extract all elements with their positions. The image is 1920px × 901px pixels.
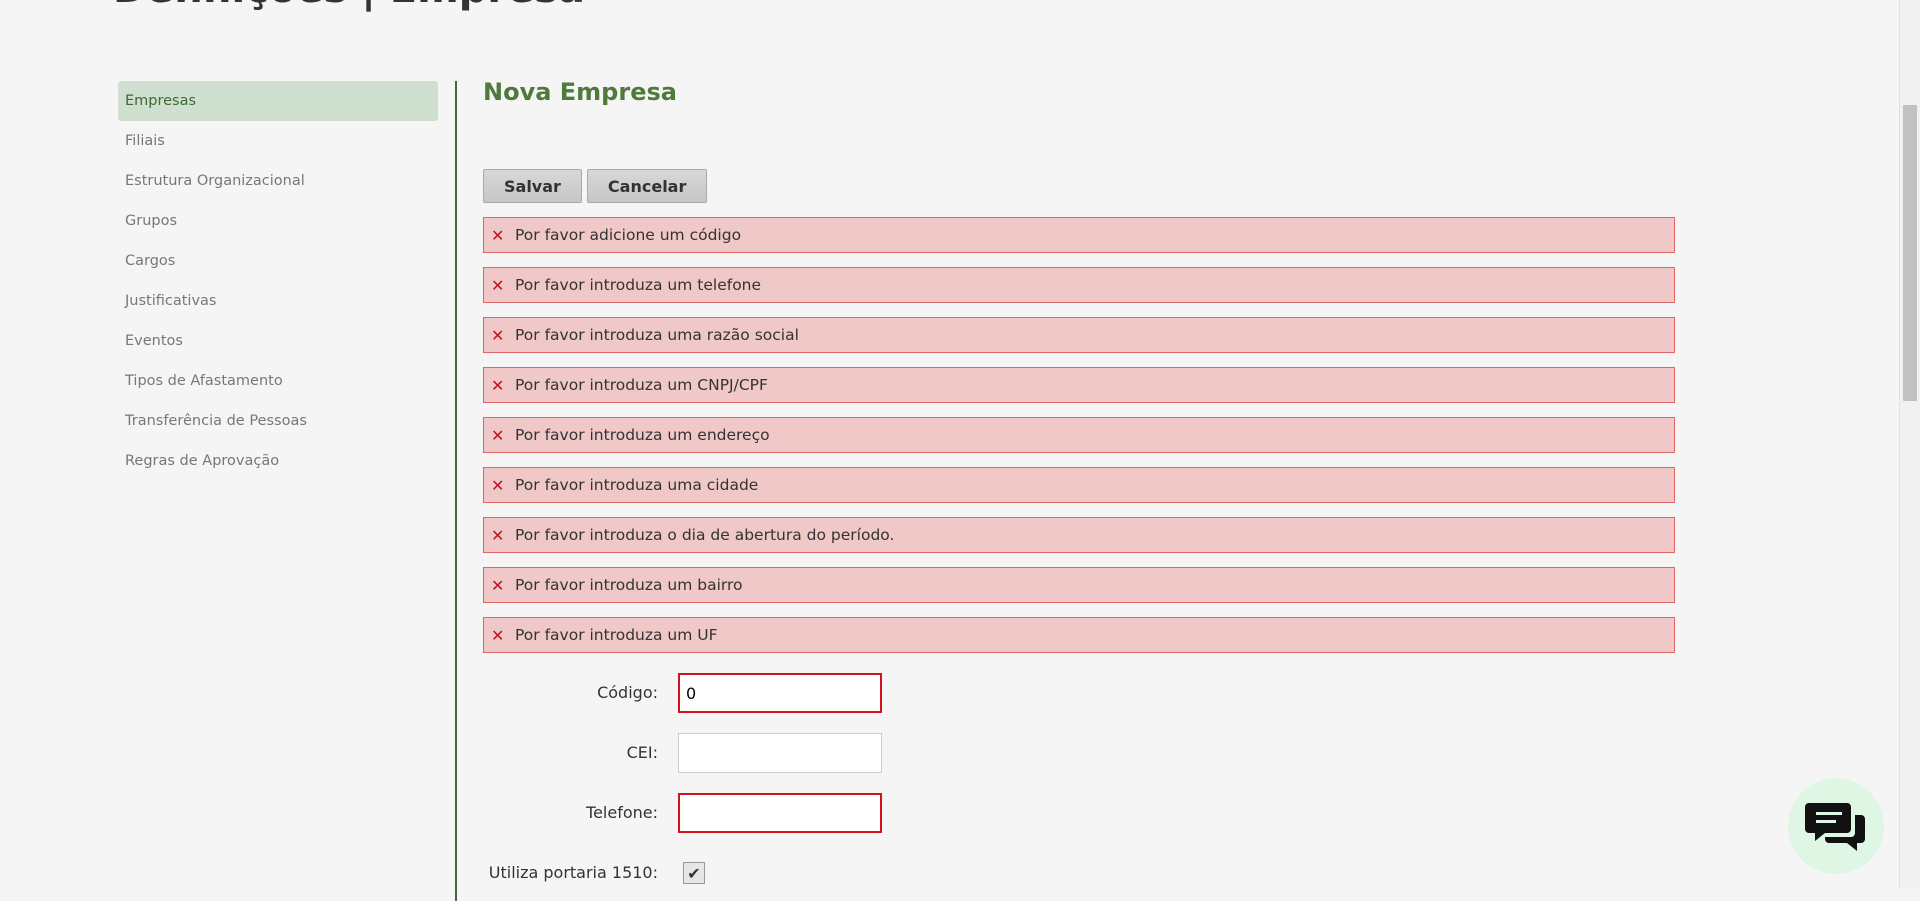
cei-label: CEI: <box>626 743 658 762</box>
section-title: Nova Empresa <box>483 78 677 106</box>
page-title: Definições | Empresa <box>113 0 585 12</box>
close-x-icon: ✕ <box>491 475 505 495</box>
codigo-label: Código: <box>597 683 658 702</box>
codigo-row: Código: <box>483 673 1083 713</box>
chat-bubbles-icon <box>1805 803 1865 851</box>
scrollbar-thumb[interactable] <box>1903 105 1917 401</box>
close-x-icon: ✕ <box>491 375 505 395</box>
portaria-checkbox[interactable]: ✔ <box>683 862 705 884</box>
error-message: ✕ Por favor introduza um bairro <box>483 567 1675 603</box>
error-message: ✕ Por favor introduza um telefone <box>483 267 1675 303</box>
error-text: Por favor introduza um endereço <box>515 426 770 444</box>
error-message: ✕ Por favor adicione um código <box>483 217 1675 253</box>
telefone-row: Telefone: <box>483 793 1083 833</box>
error-text: Por favor introduza um telefone <box>515 276 762 294</box>
close-x-icon: ✕ <box>491 575 505 595</box>
error-list: ✕ Por favor adicione um código ✕ Por favor… <box>483 217 1675 667</box>
telefone-label: Telefone: <box>586 803 658 822</box>
error-message: ✕ Por favor introduza um endereço <box>483 417 1675 453</box>
close-x-icon: ✕ <box>491 225 505 245</box>
sidebar-item-filiais[interactable]: Filiais <box>118 121 438 161</box>
sidebar-item-transferencia-de-pessoas[interactable]: Transferência de Pessoas <box>118 401 438 441</box>
error-text: Por favor introduza uma cidade <box>515 476 759 494</box>
sidebar: Empresas Filiais Estrutura Organizaciona… <box>118 81 438 481</box>
error-text: Por favor introduza o dia de abertura do… <box>515 526 895 544</box>
sidebar-item-regras-de-aprovacao[interactable]: Regras de Aprovação <box>118 441 438 481</box>
close-x-icon: ✕ <box>491 425 505 445</box>
action-buttons: Salvar Cancelar <box>483 169 708 203</box>
error-message: ✕ Por favor introduza um UF <box>483 617 1675 653</box>
cei-row: CEI: <box>483 733 1083 773</box>
close-x-icon: ✕ <box>491 525 505 545</box>
sidebar-item-estrutura-organizacional[interactable]: Estrutura Organizacional <box>118 161 438 201</box>
vertical-divider <box>455 81 457 901</box>
cei-input[interactable] <box>678 733 882 773</box>
portaria-label: Utiliza portaria 1510: <box>488 863 658 882</box>
cancel-button[interactable]: Cancelar <box>586 169 708 203</box>
close-x-icon: ✕ <box>491 325 505 345</box>
save-button[interactable]: Salvar <box>483 169 582 203</box>
error-message: ✕ Por favor introduza o dia de abertura d… <box>483 517 1675 553</box>
error-text: Por favor introduza um UF <box>515 626 718 644</box>
error-message: ✕ Por favor introduza uma razão social <box>483 317 1675 353</box>
sidebar-item-justificativas[interactable]: Justificativas <box>118 281 438 321</box>
chat-button[interactable] <box>1788 778 1884 874</box>
sidebar-item-cargos[interactable]: Cargos <box>118 241 438 281</box>
sidebar-item-empresas[interactable]: Empresas <box>118 81 438 121</box>
error-text: Por favor introduza uma razão social <box>515 326 799 344</box>
close-x-icon: ✕ <box>491 625 505 645</box>
checkmark-icon: ✔ <box>687 863 701 883</box>
error-text: Por favor adicione um código <box>515 226 742 244</box>
sidebar-item-tipos-de-afastamento[interactable]: Tipos de Afastamento <box>118 361 438 401</box>
portaria-row: Utiliza portaria 1510: ✔ <box>483 853 1083 893</box>
scrollbar[interactable] <box>1899 0 1920 888</box>
error-message: ✕ Por favor introduza uma cidade <box>483 467 1675 503</box>
sidebar-item-eventos[interactable]: Eventos <box>118 321 438 361</box>
error-text: Por favor introduza um CNPJ/CPF <box>515 376 768 394</box>
error-text: Por favor introduza um bairro <box>515 576 743 594</box>
close-x-icon: ✕ <box>491 275 505 295</box>
error-message: ✕ Por favor introduza um CNPJ/CPF <box>483 367 1675 403</box>
telefone-input[interactable] <box>678 793 882 833</box>
sidebar-item-grupos[interactable]: Grupos <box>118 201 438 241</box>
codigo-input[interactable] <box>678 673 882 713</box>
